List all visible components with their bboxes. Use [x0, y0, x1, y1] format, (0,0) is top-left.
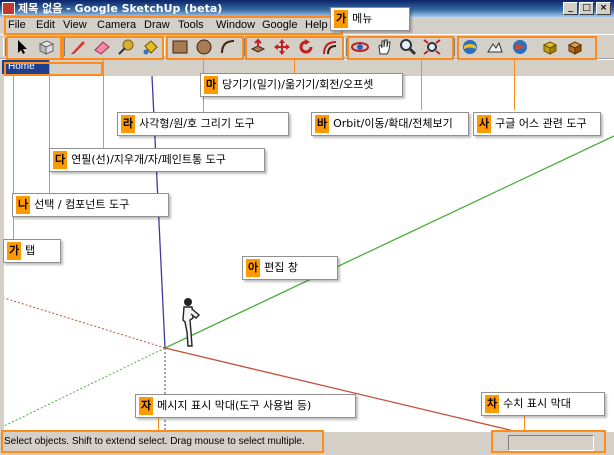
- modify-tools-highlight: [245, 36, 344, 60]
- maximize-button[interactable]: □: [579, 2, 594, 15]
- title-bar: 제목 없음 - Google SketchUp (beta) _ □ ×: [0, 0, 614, 17]
- leader-line: [103, 60, 104, 148]
- callout-text: 구글 어스 관련 도구: [495, 117, 587, 130]
- callout-text: 편집 창: [264, 261, 298, 274]
- tab-highlight: [4, 62, 103, 76]
- callout-google: 사 구글 어스 관련 도구: [473, 112, 601, 136]
- callout-modify: 마 당기기(밀기)/옮기기/회전/오프셋: [200, 73, 403, 97]
- callout-badge: 나: [16, 196, 31, 214]
- callout-badge: 차: [485, 395, 500, 413]
- red-axis: [164, 347, 515, 431]
- callout-badge: 마: [204, 76, 219, 94]
- callout-badge: 라: [121, 115, 136, 133]
- google-tools-highlight: [457, 36, 597, 60]
- callout-text: 연필(선)/지우개/자/페인트통 도구: [71, 153, 226, 166]
- red-axis-negative: [4, 297, 166, 349]
- pencil-tools-highlight: [62, 36, 164, 60]
- callout-select: 나 선택 / 컴포넌트 도구: [12, 193, 169, 217]
- status-highlight: [1, 430, 324, 453]
- callout-text: 메시지 표시 막대(도구 사용법 등): [157, 399, 312, 412]
- callout-text: 사각형/원/호 그리기 도구: [139, 117, 255, 130]
- callout-badge: 가: [334, 10, 349, 28]
- callout-badge: 아: [246, 259, 261, 277]
- callout-text: 당기기(밀기)/옮기기/회전/오프셋: [222, 78, 374, 91]
- select-tools-highlight: [6, 36, 62, 60]
- callout-menu: 가 메뉴: [330, 7, 410, 31]
- leader-line: [294, 60, 295, 74]
- callout-text: 선택 / 컴포넌트 도구: [34, 198, 130, 211]
- callout-badge: 바: [315, 115, 330, 133]
- camera-tools-highlight: [347, 36, 454, 60]
- menu-highlight: [4, 16, 343, 35]
- callout-badge: 사: [477, 115, 492, 133]
- callout-tab: 가탭: [3, 239, 61, 263]
- leader-line: [49, 60, 50, 193]
- leader-line: [514, 60, 515, 110]
- callout-camera: 바 Orbit/이동/확대/전체보기: [311, 112, 469, 136]
- callout-badge: 자: [139, 397, 154, 415]
- vcb-highlight: [491, 430, 606, 453]
- close-button[interactable]: ×: [596, 2, 611, 15]
- callout-text: 수치 표시 막대: [503, 397, 571, 410]
- callout-badge: 가: [7, 242, 22, 260]
- callout-edit: 아 편집 창: [242, 256, 338, 280]
- callout-shape: 라 사각형/원/호 그리기 도구: [117, 112, 289, 136]
- callout-vcb: 차 수치 표시 막대: [481, 392, 605, 416]
- callout-statusbar: 자 메시지 표시 막대(도구 사용법 등): [135, 394, 356, 418]
- app-icon: [2, 2, 15, 15]
- callout-text: Orbit/이동/확대/전체보기: [333, 117, 453, 130]
- callout-badge: 다: [53, 151, 68, 169]
- minimize-button[interactable]: _: [563, 2, 578, 15]
- callout-text: 메뉴: [352, 12, 373, 25]
- callout-pencil: 다 연필(선)/지우개/자/페인트통 도구: [49, 148, 265, 172]
- leader-line: [421, 60, 422, 110]
- shape-tools-highlight: [166, 36, 244, 60]
- window-title: 제목 없음 - Google SketchUp (beta): [18, 2, 223, 15]
- callout-text: 탭: [25, 244, 36, 257]
